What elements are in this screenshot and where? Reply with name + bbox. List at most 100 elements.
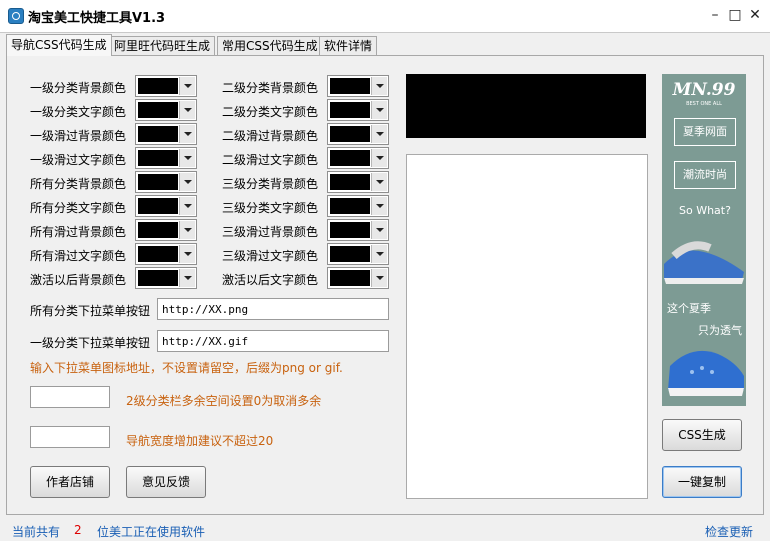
tab-aliwangwang[interactable]: 阿里旺代码旺生成: [109, 36, 216, 55]
chevron-down-icon[interactable]: [371, 77, 387, 95]
color-label: 激活以后背景颜色: [30, 273, 127, 287]
color-swatch: [138, 198, 178, 214]
chevron-down-icon[interactable]: [371, 125, 387, 143]
color-select[interactable]: [327, 243, 389, 265]
color-select[interactable]: [327, 195, 389, 217]
status-prefix: 当前共有: [12, 525, 61, 539]
tab-about[interactable]: 软件详情: [319, 36, 378, 55]
chevron-down-icon[interactable]: [179, 221, 195, 239]
chevron-down-icon[interactable]: [371, 245, 387, 263]
code-output-area[interactable]: [406, 154, 648, 499]
chevron-down-icon[interactable]: [179, 197, 195, 215]
color-label: 二级分类背景颜色: [222, 81, 319, 95]
all-dropdown-url-input[interactable]: http://XX.png: [157, 298, 389, 320]
color-select[interactable]: [135, 171, 197, 193]
color-label: 所有分类文字颜色: [30, 201, 127, 215]
color-swatch: [138, 126, 178, 142]
color-swatch: [138, 270, 178, 286]
color-label: 三级分类背景颜色: [222, 177, 319, 191]
ad-trend-button: 潮流时尚: [674, 161, 736, 189]
chevron-down-icon[interactable]: [371, 221, 387, 239]
check-update-link[interactable]: 检查更新: [705, 523, 753, 540]
shoe-image-top: [664, 241, 744, 284]
color-swatch: [138, 78, 178, 94]
chevron-down-icon[interactable]: [179, 149, 195, 167]
ad-line-breathable: 只为透气: [698, 324, 742, 337]
color-swatch: [138, 222, 178, 238]
chevron-down-icon[interactable]: [179, 101, 195, 119]
width-note: 导航宽度增加建议不超过20: [126, 434, 274, 448]
chevron-down-icon[interactable]: [179, 269, 195, 287]
ad-banner[interactable]: MN.99 BEST ONE ALL 夏季网面 潮流时尚 So What? 这个…: [662, 74, 746, 406]
width-input[interactable]: [30, 426, 110, 448]
color-select[interactable]: [327, 123, 389, 145]
color-label: 一级滑过背景颜色: [30, 129, 127, 143]
color-swatch: [330, 78, 370, 94]
color-select[interactable]: [135, 99, 197, 121]
ad-line-summer: 这个夏季: [667, 302, 711, 315]
color-swatch: [330, 102, 370, 118]
color-swatch: [330, 198, 370, 214]
color-label: 激活以后文字颜色: [222, 273, 319, 287]
color-label: 二级滑过背景颜色: [222, 129, 319, 143]
feedback-button[interactable]: 意见反馈: [126, 466, 206, 498]
chevron-down-icon[interactable]: [371, 149, 387, 167]
all-dropdown-label: 所有分类下拉菜单按钮: [30, 304, 151, 318]
chevron-down-icon[interactable]: [179, 77, 195, 95]
color-select[interactable]: [135, 75, 197, 97]
color-select[interactable]: [135, 267, 197, 289]
color-select[interactable]: [135, 219, 197, 241]
first-dropdown-url-input[interactable]: http://XX.gif: [157, 330, 389, 352]
color-swatch: [330, 150, 370, 166]
author-shop-button[interactable]: 作者店铺: [30, 466, 110, 498]
chevron-down-icon[interactable]: [371, 101, 387, 119]
minimize-button[interactable]: –: [706, 6, 724, 24]
spacing-note: 2级分类栏多余空间设置0为取消多余: [126, 394, 322, 408]
copy-all-button[interactable]: 一键复制: [662, 466, 742, 498]
chevron-down-icon[interactable]: [179, 245, 195, 263]
color-label: 三级滑过背景颜色: [222, 225, 319, 239]
close-button[interactable]: ✕: [746, 6, 764, 24]
title-bar: 淘宝美工快捷工具V1.3 – □ ✕: [0, 0, 770, 33]
color-label: 所有滑过文字颜色: [30, 249, 127, 263]
ad-summer-mesh-button: 夏季网面: [674, 118, 736, 146]
color-swatch: [330, 174, 370, 190]
color-select[interactable]: [327, 267, 389, 289]
color-select[interactable]: [327, 219, 389, 241]
color-label: 三级滑过文字颜色: [222, 249, 319, 263]
chevron-down-icon[interactable]: [371, 197, 387, 215]
ad-tagline: So What?: [679, 204, 731, 217]
color-preview: [406, 74, 646, 138]
color-swatch: [138, 102, 178, 118]
color-select[interactable]: [327, 147, 389, 169]
color-swatch: [330, 246, 370, 262]
color-swatch: [330, 222, 370, 238]
color-select[interactable]: [135, 195, 197, 217]
color-select[interactable]: [327, 171, 389, 193]
chevron-down-icon[interactable]: [371, 173, 387, 191]
color-label: 三级分类文字颜色: [222, 201, 319, 215]
color-swatch: [138, 150, 178, 166]
chevron-down-icon[interactable]: [179, 173, 195, 191]
color-label: 所有滑过背景颜色: [30, 225, 127, 239]
tab-common-css[interactable]: 常用CSS代码生成: [217, 36, 323, 55]
chevron-down-icon[interactable]: [179, 125, 195, 143]
maximize-button[interactable]: □: [726, 6, 744, 24]
color-select[interactable]: [135, 123, 197, 145]
color-swatch: [330, 126, 370, 142]
color-label: 二级分类文字颜色: [222, 105, 319, 119]
chevron-down-icon[interactable]: [371, 269, 387, 287]
ad-subtitle: BEST ONE ALL: [686, 101, 722, 107]
spacing-input[interactable]: [30, 386, 110, 408]
color-select[interactable]: [135, 243, 197, 265]
color-label: 一级分类文字颜色: [30, 105, 127, 119]
user-count: 2: [74, 523, 82, 537]
color-select[interactable]: [135, 147, 197, 169]
css-generate-button[interactable]: CSS生成: [662, 419, 742, 451]
tab-nav-css[interactable]: 导航CSS代码生成: [6, 34, 112, 56]
color-label: 二级滑过文字颜色: [222, 153, 319, 167]
color-select[interactable]: [327, 75, 389, 97]
color-swatch: [138, 246, 178, 262]
color-label: 一级分类背景颜色: [30, 81, 127, 95]
color-select[interactable]: [327, 99, 389, 121]
